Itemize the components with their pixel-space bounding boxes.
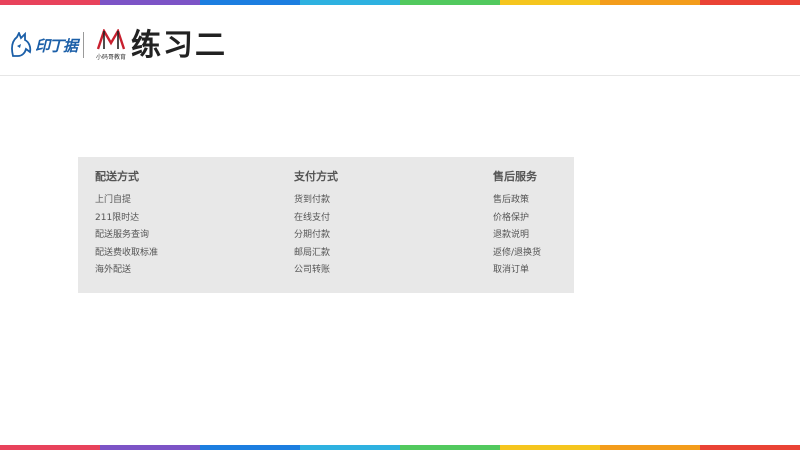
column-title: 支付方式	[294, 170, 338, 183]
footer-link[interactable]: 价格保护	[493, 210, 541, 228]
footer-link[interactable]: 退款说明	[493, 227, 541, 245]
footer-link[interactable]: 邮局汇款	[294, 245, 338, 263]
column-title: 售后服务	[493, 170, 537, 183]
footer-link[interactable]: 售后政策	[493, 192, 541, 210]
footer-link[interactable]: 返修/退换货	[493, 245, 541, 263]
stripe-segment	[700, 445, 800, 450]
footer-link[interactable]: 配送服务查询	[95, 227, 158, 245]
stripe-segment	[500, 445, 600, 450]
footer-link[interactable]: 配送费收取标准	[95, 245, 158, 263]
stripe-segment	[200, 445, 300, 450]
stripe-segment	[300, 445, 400, 450]
service-links-panel: 配送方式 上门自提 211限时达 配送服务查询 配送费收取标准 海外配送 支付方…	[78, 157, 574, 293]
after-sales-column: 售后服务 售后政策 价格保护 退款说明 返修/退换货 取消订单	[493, 169, 541, 280]
partner-logo-text: 小码哥教育	[96, 54, 127, 61]
stripe-segment	[400, 445, 500, 450]
footer-link[interactable]: 海外配送	[95, 262, 158, 280]
logo-divider	[83, 32, 85, 58]
wolf-icon	[11, 32, 32, 57]
bottom-color-stripe	[0, 445, 800, 450]
footer-link[interactable]: 在线支付	[294, 210, 338, 228]
page-header: 印丁据 小码哥教育 练习二	[0, 5, 800, 76]
brand-logos: 印丁据 小码哥教育	[10, 29, 132, 61]
payment-column: 支付方式 货到付款 在线支付 分期付款 邮局汇款 公司转账	[294, 169, 338, 280]
delivery-column: 配送方式 上门自提 211限时达 配送服务查询 配送费收取标准 海外配送	[95, 169, 158, 280]
footer-link[interactable]: 货到付款	[294, 192, 338, 210]
footer-link[interactable]: 分期付款	[294, 227, 338, 245]
footer-link[interactable]: 公司转账	[294, 262, 338, 280]
partner-logo: 小码哥教育	[90, 29, 132, 61]
stripe-segment	[100, 445, 200, 450]
column-title: 配送方式	[95, 170, 139, 183]
footer-link[interactable]: 上门自提	[95, 192, 158, 210]
m-logo-icon	[96, 29, 126, 50]
page-title: 练习二	[131, 28, 227, 63]
stripe-segment	[0, 445, 100, 450]
stripe-segment	[600, 445, 700, 450]
brand-logo-text: 印丁据	[35, 36, 78, 55]
footer-link[interactable]: 取消订单	[493, 262, 541, 280]
brand-logo: 印丁据	[10, 32, 78, 58]
footer-link[interactable]: 211限时达	[95, 210, 158, 228]
